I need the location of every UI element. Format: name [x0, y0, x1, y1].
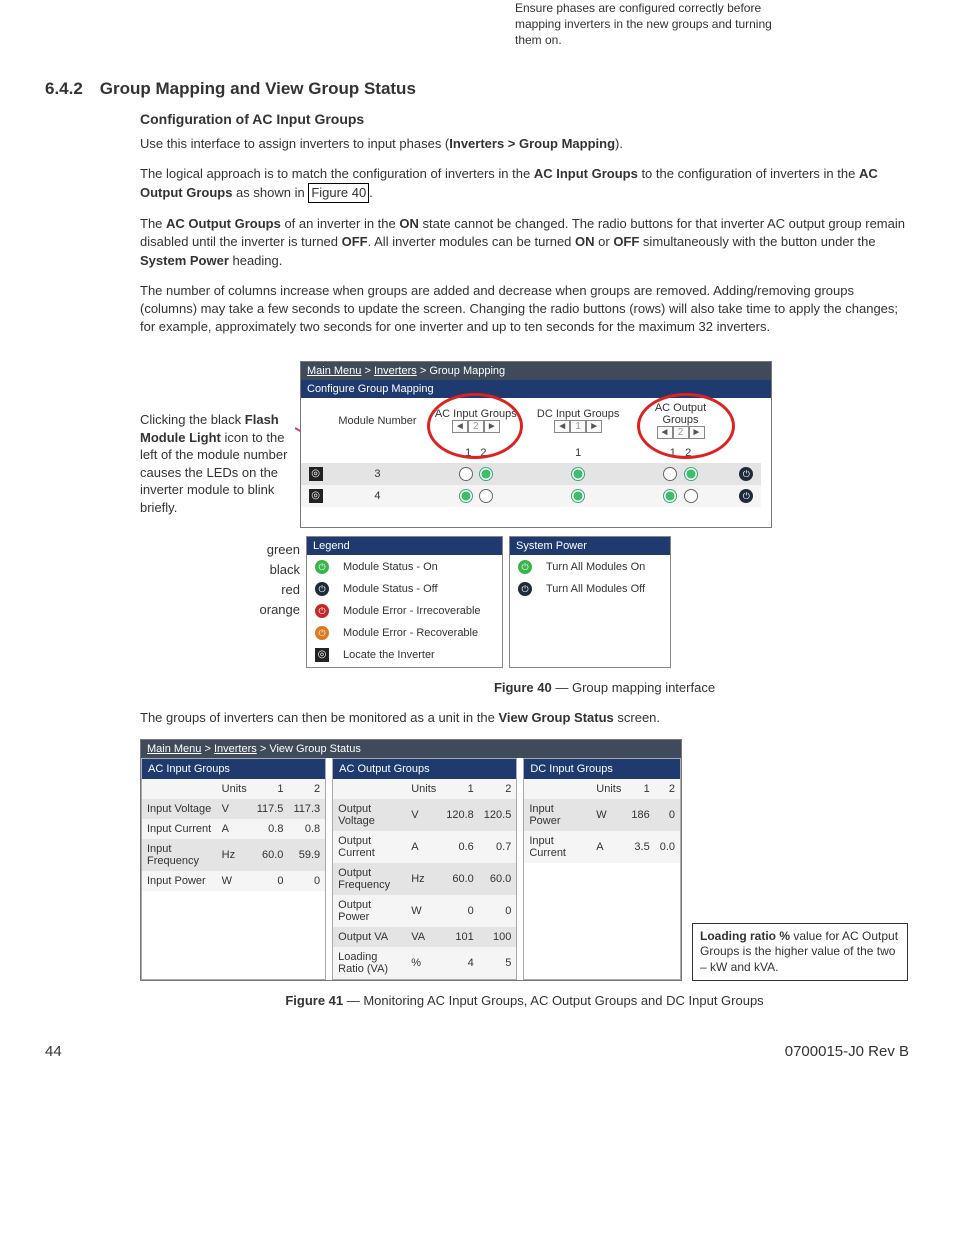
col-ac-output: AC Output Groups — [635, 402, 725, 426]
radio[interactable] — [663, 467, 677, 481]
crumb-link[interactable]: Inverters — [214, 743, 257, 755]
radio[interactable] — [459, 467, 473, 481]
crumb-link[interactable]: Main Menu — [147, 743, 201, 755]
paragraph: The groups of inverters can then be moni… — [140, 709, 909, 727]
error-icon: ⏻ — [315, 604, 329, 618]
legend-panel: Legend ⏻Module Status - On ⏻Module Statu… — [306, 536, 503, 668]
module-number: 4 — [330, 485, 424, 507]
ac-input-groups-panel: AC Input Groups Units12 Input VoltageV11… — [141, 758, 326, 980]
group-pager[interactable]: ◄2► — [635, 426, 725, 439]
group-mapping-panel: Main Menu > Inverters > Group Mapping Co… — [300, 361, 772, 528]
crumb-current: Group Mapping — [429, 365, 505, 377]
status-on-icon: ⏻ — [315, 560, 329, 574]
col-module-number: Module Number — [330, 398, 424, 443]
doc-id: 0700015-J0 Rev B — [785, 1043, 909, 1060]
figure-caption: Figure 41 — Monitoring AC Input Groups, … — [140, 993, 909, 1008]
radio[interactable] — [459, 489, 473, 503]
radio[interactable] — [684, 467, 698, 481]
side-note: Clicking the black Flash Module Light ic… — [140, 411, 300, 516]
breadcrumb: Main Menu > Inverters > View Group Statu… — [141, 740, 681, 758]
radio[interactable] — [479, 489, 493, 503]
power-icon[interactable]: ⏻ — [739, 467, 753, 481]
dc-input-groups-panel: DC Input Groups Units12 Input PowerW1860… — [523, 758, 681, 980]
radio[interactable] — [571, 467, 585, 481]
radio[interactable] — [684, 489, 698, 503]
group-pager[interactable]: ◄1► — [533, 420, 623, 433]
view-group-status-panel: Main Menu > Inverters > View Group Statu… — [140, 739, 682, 981]
radio[interactable] — [663, 489, 677, 503]
all-on-button[interactable]: ⏻ — [518, 560, 532, 574]
loading-ratio-note: Loading ratio % value for AC Output Grou… — [692, 923, 908, 982]
crumb-link[interactable]: Main Menu — [307, 365, 361, 377]
ac-output-groups-panel: AC Output Groups Units12 Output VoltageV… — [332, 758, 517, 980]
figure-caption: Figure 40 — Figure 40 — Group mapping in… — [300, 680, 909, 695]
col-ac-input: AC Input Groups — [431, 408, 521, 420]
system-power-panel: System Power ⏻Turn All Modules On ⏻Turn … — [509, 536, 671, 668]
page-number: 44 — [45, 1043, 62, 1060]
panel-subtitle: Configure Group Mapping — [301, 380, 771, 398]
figure-link[interactable]: Figure 40 — [308, 183, 369, 203]
locate-icon: ◎ — [315, 648, 329, 662]
module-number: 3 — [330, 463, 424, 485]
radio[interactable] — [571, 489, 585, 503]
top-warning-note: Ensure phases are configured correctly b… — [515, 0, 795, 49]
section-heading: 6.4.2 Group Mapping and View Group Statu… — [45, 79, 909, 99]
locate-icon[interactable]: ◎ — [309, 467, 323, 481]
locate-icon[interactable]: ◎ — [309, 489, 323, 503]
crumb-link[interactable]: Inverters — [374, 365, 417, 377]
col-dc-input: DC Input Groups — [533, 408, 623, 420]
paragraph: The logical approach is to match the con… — [140, 165, 909, 203]
crumb-current: View Group Status — [269, 743, 361, 755]
paragraph: Use this interface to assign inverters t… — [140, 135, 909, 153]
subheading: Configuration of AC Input Groups — [140, 111, 909, 127]
breadcrumb: Main Menu > Inverters > Group Mapping — [301, 362, 771, 380]
paragraph: The number of columns increase when grou… — [140, 282, 909, 337]
paragraph: The AC Output Groups of an inverter in t… — [140, 215, 909, 270]
group-pager[interactable]: ◄2► — [431, 420, 521, 433]
error-icon: ⏻ — [315, 626, 329, 640]
all-off-button[interactable]: ⏻ — [518, 582, 532, 596]
power-icon[interactable]: ⏻ — [739, 489, 753, 503]
status-off-icon: ⏻ — [315, 582, 329, 596]
radio[interactable] — [479, 467, 493, 481]
